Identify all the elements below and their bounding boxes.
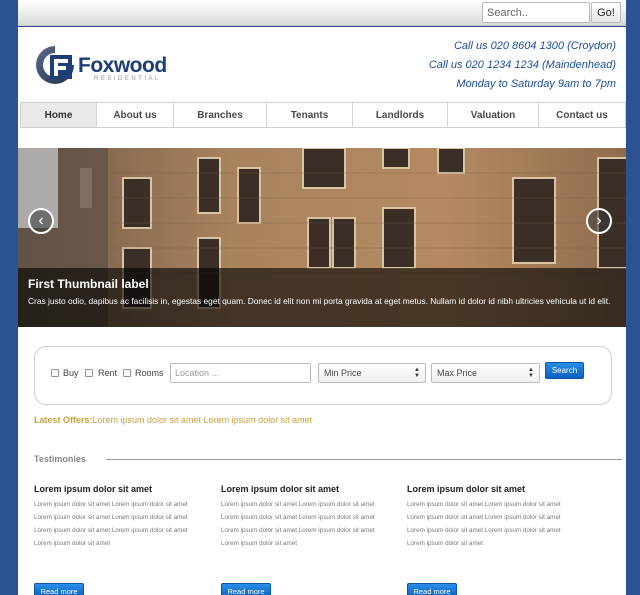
chevron-right-icon: ›: [596, 212, 602, 229]
testimonial-card: Lorem ipsum dolor sit amet Lorem ipsum d…: [221, 484, 391, 595]
testimonial-text: Lorem ipsum dolor sit amet Lorem ipsum d…: [407, 514, 561, 521]
testimonial-text: Lorem ipsum dolor sit amet Lorem ipsum d…: [221, 527, 375, 534]
nav-contact-us[interactable]: Contact us: [539, 103, 625, 127]
rooms-label: Rooms: [135, 368, 164, 378]
page-container: Foxwood RESIDENTIAL Call us 020 8604 130…: [18, 27, 626, 595]
hero-carousel: ‹ › First Thumbnail label Cras justo odi…: [18, 148, 626, 327]
brand-tagline: RESIDENTIAL: [94, 76, 161, 82]
read-more-button[interactable]: Read more: [34, 583, 84, 595]
testimonial-card: Lorem ipsum dolor sit amet Lorem ipsum d…: [34, 484, 204, 595]
latest-offers-label: Latest Offers:: [34, 415, 93, 425]
rooms-checkbox[interactable]: [123, 369, 131, 377]
nav-branches[interactable]: Branches: [174, 103, 267, 127]
nav-valuation[interactable]: Valuation: [448, 103, 539, 127]
search-button[interactable]: Search: [545, 362, 584, 379]
latest-offers-text[interactable]: Lorem ipsum dolor sit amet Lorem ipsum d…: [93, 415, 313, 425]
rent-label: Rent: [98, 368, 118, 378]
testimonial-heading: Lorem ipsum dolor sit amet: [221, 484, 340, 494]
section-divider: [106, 459, 622, 460]
carousel-next-button[interactable]: ›: [586, 208, 612, 234]
nav-home[interactable]: Home: [21, 103, 97, 127]
chevron-left-icon: ‹: [38, 212, 44, 229]
read-more-button[interactable]: Read more: [407, 583, 457, 595]
testimonial-text: Lorem ipsum dolor sit amet Lorem ipsum d…: [221, 514, 375, 521]
testimonies-title: Testimonies: [34, 454, 86, 464]
caption-title: First Thumbnail label: [28, 277, 149, 291]
testimonial-text: Lorem ipsum dolor sit amet Lorem ipsum d…: [34, 527, 188, 534]
select-arrows-icon: ▲ ▼: [528, 367, 534, 379]
testimonial-card: Lorem ipsum dolor sit amet Lorem ipsum d…: [407, 484, 577, 595]
carousel-caption: First Thumbnail label Cras justo odio, d…: [18, 268, 626, 327]
brand-name: Foxwood: [78, 54, 167, 77]
read-more-button[interactable]: Read more: [221, 583, 271, 595]
nav-tenants[interactable]: Tenants: [267, 103, 353, 127]
foxwood-emblem-icon: [36, 46, 74, 84]
nav-about-us[interactable]: About us: [97, 103, 174, 127]
testimonial-text: Lorem ipsum dolor sit amet: [221, 540, 297, 547]
search-input[interactable]: [482, 2, 590, 23]
main-nav: Home About us Branches Tenants Landlords…: [20, 102, 626, 128]
contact-line-croydon: Call us 020 8604 1300 (Croydon): [453, 40, 616, 52]
caption-text: Cras justo odio, dapibus ac facilisis in…: [28, 296, 611, 306]
testimonial-text: Lorem ipsum dolor sit amet Lorem ipsum d…: [407, 501, 561, 508]
top-search-bar: Go!: [18, 0, 626, 26]
testimonial-heading: Lorem ipsum dolor sit amet: [407, 484, 526, 494]
opening-hours: Monday to Saturday 9am to 7pm: [456, 78, 616, 90]
testimonial-text: Lorem ipsum dolor sit amet: [407, 540, 483, 547]
carousel-prev-button[interactable]: ‹: [28, 208, 54, 234]
max-price-select[interactable]: Max Price ▲ ▼: [431, 363, 540, 383]
testimonial-text: Lorem ipsum dolor sit amet Lorem ipsum d…: [407, 527, 561, 534]
min-price-select[interactable]: Min Price ▲ ▼: [318, 363, 426, 383]
buy-label: Buy: [63, 368, 79, 378]
buy-checkbox[interactable]: [51, 369, 59, 377]
nav-landlords[interactable]: Landlords: [353, 103, 448, 127]
latest-offers: Latest Offers:Lorem ipsum dolor sit amet…: [34, 415, 312, 425]
go-button[interactable]: Go!: [591, 2, 621, 23]
min-price-value: Min Price: [324, 368, 362, 378]
contact-line-maidenhead: Call us 020 1234 1234 (Maindenhead): [428, 59, 616, 71]
rent-checkbox[interactable]: [85, 369, 93, 377]
location-input[interactable]: [170, 363, 311, 383]
testimonial-text: Lorem ipsum dolor sit amet Lorem ipsum d…: [221, 501, 375, 508]
testimonial-text: Lorem ipsum dolor sit amet Lorem ipsum d…: [34, 514, 188, 521]
testimonial-text: Lorem ipsum dolor sit amet Lorem ipsum d…: [34, 501, 188, 508]
max-price-value: Max Price: [437, 368, 478, 378]
testimonial-heading: Lorem ipsum dolor sit amet: [34, 484, 153, 494]
select-arrows-icon: ▲ ▼: [414, 367, 420, 379]
foxwood-logo[interactable]: Foxwood RESIDENTIAL: [34, 43, 174, 88]
testimonial-text: Lorem ipsum dolor sit amet: [34, 540, 110, 547]
property-search-panel: Buy Rent Rooms Min Price ▲▼ Max Price ▲▼…: [34, 346, 612, 405]
